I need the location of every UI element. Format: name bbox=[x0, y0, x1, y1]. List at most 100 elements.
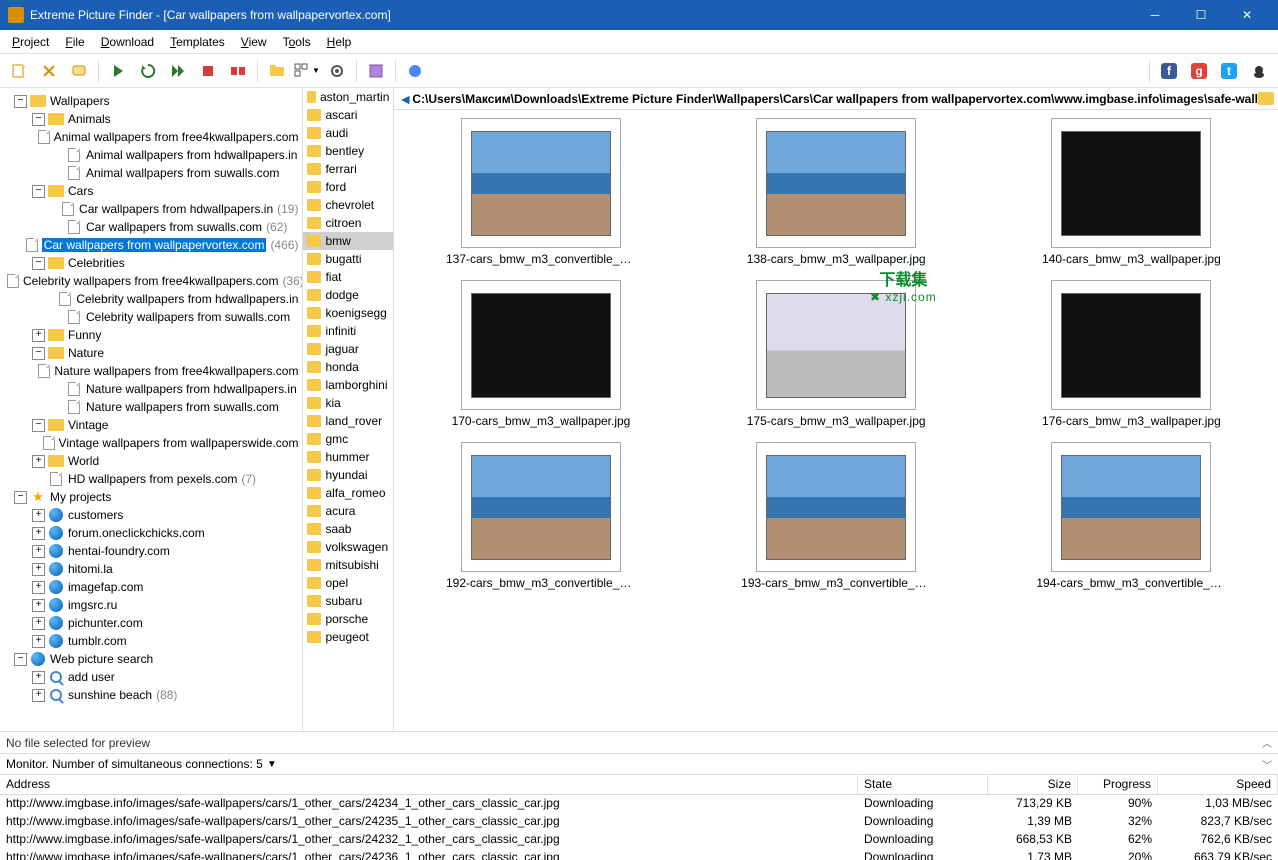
tree-item[interactable]: +Funny bbox=[2, 326, 300, 344]
folder-item[interactable]: dodge bbox=[303, 286, 393, 304]
download-row[interactable]: http://www.imgbase.info/images/safe-wall… bbox=[0, 795, 1278, 813]
tree-item[interactable]: Nature wallpapers from free4kwallpapers.… bbox=[2, 362, 300, 380]
thumbnail[interactable]: 176-cars_bmw_m3_wallpaper.jpg bbox=[1031, 280, 1231, 428]
tree-item[interactable]: Car wallpapers from hdwallpapers.in(19) bbox=[2, 200, 300, 218]
tool-settings-icon[interactable] bbox=[35, 58, 63, 84]
tree-item[interactable]: Celebrity wallpapers from free4kwallpape… bbox=[2, 272, 300, 290]
folder-item[interactable]: hyundai bbox=[303, 466, 393, 484]
folder-item[interactable]: infiniti bbox=[303, 322, 393, 340]
folder-item[interactable]: bentley bbox=[303, 142, 393, 160]
thumbnail[interactable]: 170-cars_bmw_m3_wallpaper.jpg bbox=[441, 280, 641, 428]
folder-item[interactable]: ascari bbox=[303, 106, 393, 124]
monitor-collapse-icon[interactable]: ﹀ bbox=[1262, 757, 1272, 772]
tree-item[interactable]: +hentai-foundry.com bbox=[2, 542, 300, 560]
folder-item[interactable]: land_rover bbox=[303, 412, 393, 430]
tool-stop-icon[interactable] bbox=[194, 58, 222, 84]
tool-web-icon[interactable] bbox=[401, 58, 429, 84]
tool-new-icon[interactable] bbox=[5, 58, 33, 84]
folder-item[interactable]: koenigsegg bbox=[303, 304, 393, 322]
tree-item[interactable]: Vintage wallpapers from wallpaperswide.c… bbox=[2, 434, 300, 452]
folder-item[interactable]: peugeot bbox=[303, 628, 393, 646]
tree-item[interactable]: +World bbox=[2, 452, 300, 470]
tree-item[interactable]: +customers bbox=[2, 506, 300, 524]
tree-item[interactable]: +hitomi.la bbox=[2, 560, 300, 578]
folder-item[interactable]: ford bbox=[303, 178, 393, 196]
folder-item[interactable]: bugatti bbox=[303, 250, 393, 268]
tool-explorer-icon[interactable] bbox=[263, 58, 291, 84]
menu-download[interactable]: Download bbox=[93, 33, 162, 51]
tree-item[interactable]: Nature wallpapers from hdwallpapers.in bbox=[2, 380, 300, 398]
download-row[interactable]: http://www.imgbase.info/images/safe-wall… bbox=[0, 831, 1278, 849]
tree-item[interactable]: −Web picture search bbox=[2, 650, 300, 668]
tree-item[interactable]: Car wallpapers from suwalls.com(62) bbox=[2, 218, 300, 236]
menu-help[interactable]: Help bbox=[319, 33, 360, 51]
social-qq-icon[interactable] bbox=[1245, 58, 1273, 84]
tree-item[interactable]: Car wallpapers from wallpapervortex.com(… bbox=[2, 236, 300, 254]
tree-item[interactable]: +add user bbox=[2, 668, 300, 686]
minimize-button[interactable]: ─ bbox=[1132, 0, 1178, 30]
tool-view-dropdown-icon[interactable]: ▼ bbox=[293, 58, 321, 84]
folder-item[interactable]: bmw bbox=[303, 232, 393, 250]
path-folder-icon[interactable] bbox=[1258, 92, 1274, 105]
folder-item[interactable]: volkswagen bbox=[303, 538, 393, 556]
tool-stop-all-icon[interactable] bbox=[224, 58, 252, 84]
folder-item[interactable]: alfa_romeo bbox=[303, 484, 393, 502]
tree-item[interactable]: −Nature bbox=[2, 344, 300, 362]
thumbnail[interactable]: 175-cars_bmw_m3_wallpaper.jpg bbox=[736, 280, 936, 428]
folder-item[interactable]: kia bbox=[303, 394, 393, 412]
tree-item[interactable]: +forum.oneclickchicks.com bbox=[2, 524, 300, 542]
tool-restart-icon[interactable] bbox=[134, 58, 162, 84]
folder-item[interactable]: subaru bbox=[303, 592, 393, 610]
social-facebook-icon[interactable]: f bbox=[1155, 58, 1183, 84]
folder-item[interactable]: porsche bbox=[303, 610, 393, 628]
tool-options-icon[interactable] bbox=[323, 58, 351, 84]
tree-item[interactable]: Celebrity wallpapers from hdwallpapers.i… bbox=[2, 290, 300, 308]
folder-item[interactable]: acura bbox=[303, 502, 393, 520]
folder-item[interactable]: fiat bbox=[303, 268, 393, 286]
folder-item[interactable]: honda bbox=[303, 358, 393, 376]
tree-item[interactable]: −Vintage bbox=[2, 416, 300, 434]
col-size[interactable]: Size bbox=[988, 775, 1078, 794]
thumbnail[interactable]: 194-cars_bmw_m3_convertible_wallp... bbox=[1031, 442, 1231, 590]
folder-item[interactable]: hummer bbox=[303, 448, 393, 466]
thumbnail[interactable]: 193-cars_bmw_m3_convertible_wallp... bbox=[736, 442, 936, 590]
tool-templates-icon[interactable] bbox=[362, 58, 390, 84]
download-row[interactable]: http://www.imgbase.info/images/safe-wall… bbox=[0, 849, 1278, 860]
folder-item[interactable]: chevrolet bbox=[303, 196, 393, 214]
social-google-icon[interactable]: g bbox=[1185, 58, 1213, 84]
tree-item[interactable]: −Celebrities bbox=[2, 254, 300, 272]
menu-templates[interactable]: Templates bbox=[162, 33, 233, 51]
social-twitter-icon[interactable]: t bbox=[1215, 58, 1243, 84]
tree-item[interactable]: −Animals bbox=[2, 110, 300, 128]
project-tree[interactable]: −Wallpapers−AnimalsAnimal wallpapers fro… bbox=[0, 88, 303, 731]
col-address[interactable]: Address bbox=[0, 775, 858, 794]
tree-item[interactable]: Nature wallpapers from suwalls.com bbox=[2, 398, 300, 416]
folder-item[interactable]: lamborghini bbox=[303, 376, 393, 394]
thumbnail-grid[interactable]: 137-cars_bmw_m3_convertible_wallp...138-… bbox=[394, 110, 1278, 731]
tree-item[interactable]: Animal wallpapers from free4kwallpapers.… bbox=[2, 128, 300, 146]
path-back-icon[interactable]: ◄ bbox=[398, 91, 412, 107]
menu-file[interactable]: File bbox=[57, 33, 92, 51]
folder-item[interactable]: citroen bbox=[303, 214, 393, 232]
tree-item[interactable]: HD wallpapers from pexels.com(7) bbox=[2, 470, 300, 488]
thumbnail[interactable]: 138-cars_bmw_m3_wallpaper.jpg bbox=[736, 118, 936, 266]
preview-expand-icon[interactable]: ︿ bbox=[1262, 735, 1272, 750]
tree-item[interactable]: +imgsrc.ru bbox=[2, 596, 300, 614]
tool-properties-icon[interactable] bbox=[65, 58, 93, 84]
thumbnail[interactable]: 192-cars_bmw_m3_convertible_wallp... bbox=[441, 442, 641, 590]
menu-project[interactable]: Project bbox=[4, 33, 57, 51]
folder-item[interactable]: opel bbox=[303, 574, 393, 592]
menu-tools[interactable]: Tools bbox=[275, 33, 319, 51]
tree-item[interactable]: +imagefap.com bbox=[2, 578, 300, 596]
tree-item[interactable]: Animal wallpapers from hdwallpapers.in bbox=[2, 146, 300, 164]
folder-item[interactable]: jaguar bbox=[303, 340, 393, 358]
col-speed[interactable]: Speed bbox=[1158, 775, 1278, 794]
download-row[interactable]: http://www.imgbase.info/images/safe-wall… bbox=[0, 813, 1278, 831]
folder-item[interactable]: mitsubishi bbox=[303, 556, 393, 574]
tree-item[interactable]: −Cars bbox=[2, 182, 300, 200]
tree-item[interactable]: Celebrity wallpapers from suwalls.com bbox=[2, 308, 300, 326]
tree-item[interactable]: −Wallpapers bbox=[2, 92, 300, 110]
thumbnail[interactable]: 140-cars_bmw_m3_wallpaper.jpg bbox=[1031, 118, 1231, 266]
tree-item[interactable]: +tumblr.com bbox=[2, 632, 300, 650]
maximize-button[interactable]: ☐ bbox=[1178, 0, 1224, 30]
